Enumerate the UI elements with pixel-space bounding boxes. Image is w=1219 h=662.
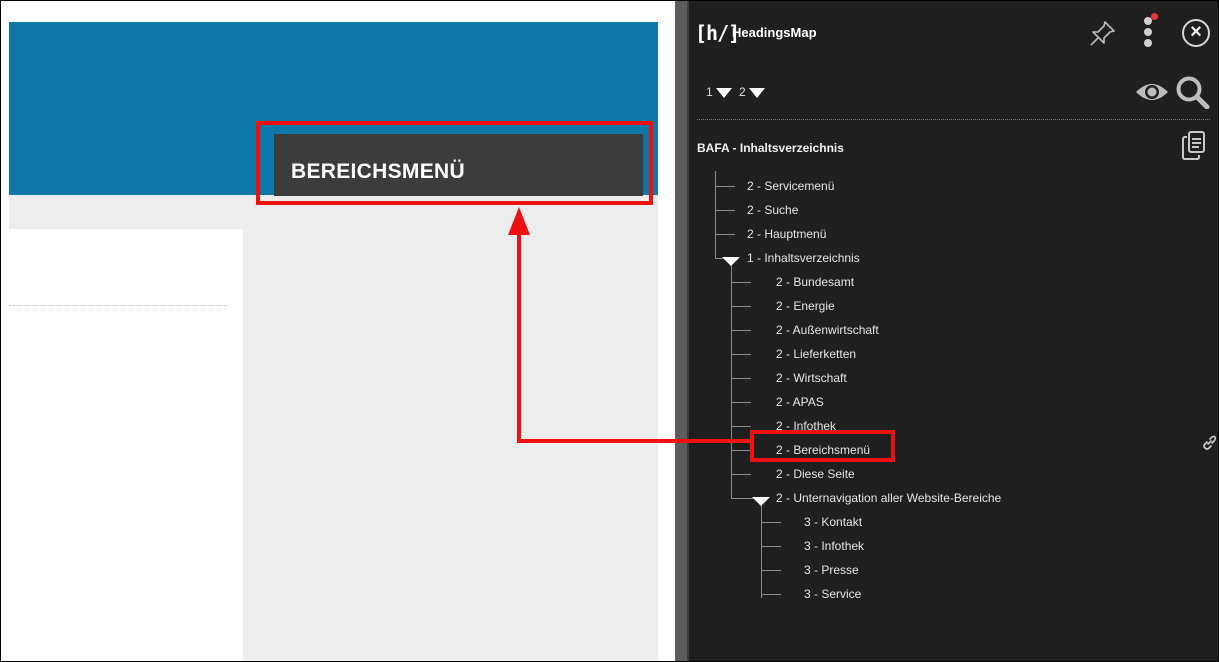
tree-item[interactable]: 3 - Infothek [804, 539, 864, 553]
collapse-triangle-icon[interactable] [722, 257, 740, 266]
tree-item[interactable]: 2 - APAS [776, 395, 824, 409]
level-2-selector[interactable]: 2 [739, 85, 765, 99]
tree-guide [761, 594, 781, 595]
tree-guide [715, 210, 735, 211]
tree-guide [731, 354, 751, 355]
tree-guide [715, 171, 716, 258]
left-edge [1, 1, 9, 661]
tree-guide [731, 264, 732, 499]
site-right-gap [658, 1, 673, 661]
tree-guide [761, 546, 781, 547]
collapse-triangle-icon[interactable] [752, 497, 770, 506]
tree-guide [715, 186, 735, 187]
content-column [9, 229, 243, 661]
tree-guide [731, 426, 751, 427]
tree-guide [731, 282, 751, 283]
annotation-arrow-connector [517, 439, 753, 443]
tree-item[interactable]: 1 - Inhaltsverzeichnis [747, 251, 860, 265]
pin-icon[interactable] [1089, 19, 1117, 47]
close-icon[interactable]: × [1182, 19, 1210, 47]
tree-guide [761, 522, 781, 523]
tree-item[interactable]: 3 - Kontakt [804, 515, 862, 529]
tree-item[interactable]: 2 - Unternavigation aller Website-Bereic… [776, 491, 1001, 505]
tree-guide [761, 570, 781, 571]
tree-item[interactable]: 2 - Hauptmenü [747, 227, 826, 241]
tree-item[interactable]: 2 - Diese Seite [776, 467, 855, 481]
copy-icon[interactable] [1181, 130, 1207, 162]
level-1-selector[interactable]: 1 [706, 85, 732, 99]
level-1-label: 1 [706, 85, 713, 99]
level-2-label: 2 [739, 85, 746, 99]
kebab-menu-icon[interactable] [1141, 15, 1155, 51]
tree-guide [731, 330, 751, 331]
tree-item[interactable]: 2 - Bundesamt [776, 275, 854, 289]
tree-item[interactable]: 3 - Service [804, 587, 861, 601]
tree-guide [731, 402, 751, 403]
annotation-arrow-shaft [517, 233, 521, 443]
website-area: BEREICHSMENÜ [1, 1, 673, 661]
tree-guide [715, 234, 735, 235]
tree-guide [731, 450, 751, 451]
tree-guide [731, 474, 751, 475]
tree-item[interactable]: 2 - Lieferketten [776, 347, 856, 361]
dropdown-triangle-icon [715, 87, 732, 98]
panel-title: HeadingsMap [732, 25, 817, 40]
link-icon[interactable] [1201, 435, 1217, 451]
search-icon[interactable] [1174, 75, 1210, 109]
site-top-strip [9, 1, 658, 22]
tree-item[interactable]: 3 - Presse [804, 563, 859, 577]
tree-guide [731, 378, 751, 379]
panel-resize-handle[interactable] [675, 1, 689, 661]
content-divider [9, 305, 227, 306]
panel-content: [h/] HeadingsMap × 1 2 BAFA - Inhaltsver… [689, 1, 1218, 661]
screenshot-frame: BEREICHSMENÜ [h/] HeadingsMap × 1 2 BAFA… [0, 0, 1219, 662]
eye-icon[interactable] [1135, 81, 1169, 103]
notification-dot [1151, 13, 1158, 20]
headingsmap-panel: [h/] HeadingsMap × 1 2 BAFA - Inhaltsver… [675, 1, 1218, 661]
dropdown-triangle-icon [748, 87, 765, 98]
tree-item[interactable]: 2 - Wirtschaft [776, 371, 847, 385]
annotation-arrow-head [508, 207, 530, 235]
tree-guide [731, 306, 751, 307]
document-title: BAFA - Inhaltsverzeichnis [697, 141, 844, 155]
tree-item[interactable]: 2 - Servicemenü [747, 179, 834, 193]
annotation-highlight-tree-item [750, 430, 895, 462]
tree-guide [761, 504, 762, 598]
panel-separator [697, 119, 1210, 120]
tree-item[interactable]: 2 - Energie [776, 299, 835, 313]
annotation-highlight-section-menu [256, 121, 653, 205]
tree-item[interactable]: 2 - Außenwirtschaft [776, 323, 879, 337]
tree-item[interactable]: 2 - Suche [747, 203, 798, 217]
